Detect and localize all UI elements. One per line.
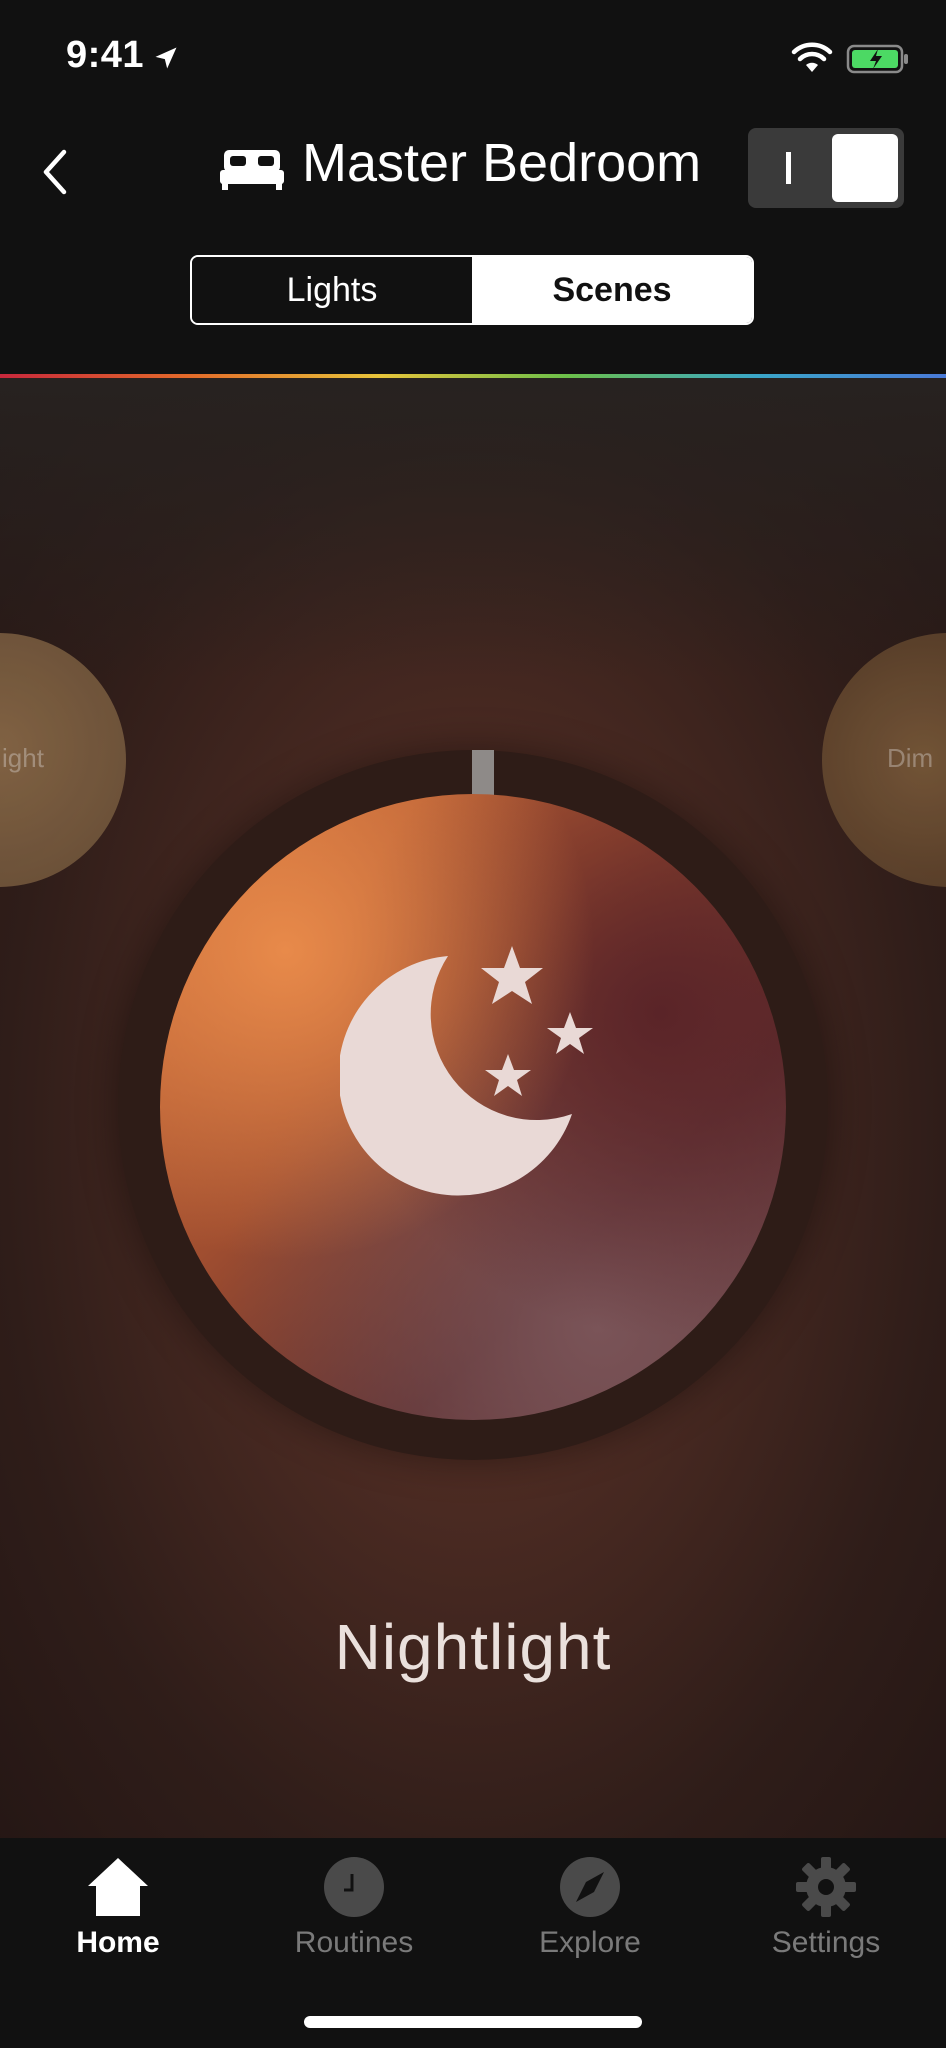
bottom-tab-bar: Home Routines Explore Settings bbox=[0, 1838, 946, 2048]
status-time: 9:41 bbox=[66, 34, 145, 76]
status-bar: 9:41 bbox=[0, 0, 946, 110]
next-scene-label: Dim bbox=[887, 743, 934, 773]
lights-scenes-segmented-control: Lights Scenes bbox=[190, 255, 754, 325]
tab-lights[interactable]: Lights bbox=[192, 257, 472, 323]
tab-scenes[interactable]: Scenes bbox=[472, 257, 752, 323]
tab-explore-label: Explore bbox=[539, 1926, 641, 1959]
tab-settings[interactable]: Settings bbox=[736, 1856, 916, 1976]
home-indicator[interactable] bbox=[304, 2016, 642, 2028]
scene-name: Nightlight bbox=[334, 1611, 612, 1683]
next-scene-circle[interactable]: Dim bbox=[822, 633, 946, 887]
bed-icon bbox=[220, 150, 284, 190]
room-header: Master Bedroom bbox=[0, 110, 946, 230]
moon-stars-icon bbox=[340, 946, 593, 1196]
toggle-on-mark bbox=[786, 152, 791, 184]
tab-routines-label: Routines bbox=[294, 1926, 414, 1959]
tab-settings-label: Settings bbox=[771, 1926, 881, 1959]
compass-icon bbox=[560, 1857, 620, 1917]
tab-explore[interactable]: Explore bbox=[500, 1856, 680, 1976]
location-arrow-icon bbox=[155, 47, 177, 69]
home-icon bbox=[88, 1858, 148, 1916]
tab-home[interactable]: Home bbox=[28, 1856, 208, 1976]
room-title: Master Bedroom bbox=[302, 133, 702, 193]
brightness-marker[interactable] bbox=[472, 750, 494, 796]
wifi-icon bbox=[791, 42, 833, 72]
room-power-toggle[interactable] bbox=[748, 128, 904, 208]
back-chevron-icon[interactable] bbox=[34, 144, 74, 200]
clock-icon bbox=[324, 1857, 384, 1917]
gear-icon bbox=[796, 1857, 856, 1917]
previous-scene-label: ight bbox=[2, 743, 44, 773]
previous-scene-circle[interactable]: ight bbox=[0, 633, 126, 887]
battery-charging-icon bbox=[846, 44, 908, 74]
tab-routines[interactable]: Routines bbox=[264, 1856, 444, 1976]
scene-carousel[interactable]: ight Dim Nightlight bbox=[0, 378, 946, 1838]
tab-home-label: Home bbox=[76, 1926, 160, 1959]
toggle-knob[interactable] bbox=[832, 134, 898, 202]
